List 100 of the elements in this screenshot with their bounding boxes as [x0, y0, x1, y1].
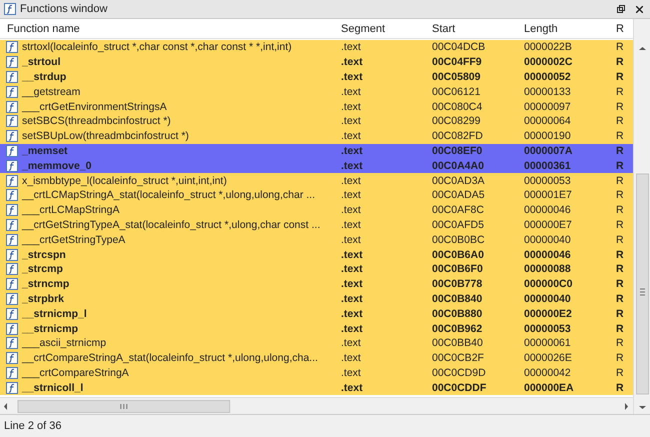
function-name: _memset	[22, 144, 68, 157]
length-cell: 00000052	[524, 70, 571, 83]
length-cell: 00000190	[524, 130, 571, 142]
column-header[interactable]: R	[609, 22, 634, 34]
function-row[interactable]: __strdup .text 00C05809 00000052 R	[0, 70, 633, 84]
function-name: x_ismbbtype_l(localeinfo_struct *,uint,int,int)	[22, 174, 227, 187]
length-cell: 000000C0	[524, 278, 572, 290]
function-row[interactable]: ___crtGetEnvironmentStringsA .text 00C080C4 00000097 R	[0, 99, 633, 114]
restore-button[interactable]	[614, 2, 628, 16]
flag-cell: R	[616, 174, 624, 187]
length-cell: 00000361	[524, 160, 571, 172]
length-cell: 00000097	[524, 100, 571, 113]
function-row[interactable]: ___ascii_strnicmp .text 00C0BB40 00000061 R	[0, 336, 633, 351]
start-cell: 00C080C4	[432, 100, 482, 113]
function-row[interactable]: _strcspn .text 00C0B6A0 00000046 R	[0, 247, 633, 262]
function-row[interactable]: __strnicoll_l .text 00C0CDDF 000000EA R	[0, 380, 633, 396]
function-row[interactable]: __strnicmp .text 00C0B962 00000053 R	[0, 321, 633, 336]
length-cell: 000000E2	[524, 308, 572, 320]
length-cell: 00000042	[524, 366, 571, 379]
function-row[interactable]: strtoxl(localeinfo_struct *,char const *,char const * *,int,int) .text 00C04DCB 0000022B R	[0, 40, 633, 55]
function-row[interactable]: __strnicmp_l .text 00C0B880 000000E2 R	[0, 306, 633, 322]
flag-cell: R	[616, 130, 624, 142]
function-name: setSBCS(threadmbcinfostruct *)	[22, 115, 171, 128]
function-name: ___crtLCMapStringA	[22, 204, 120, 216]
start-cell: 00C0AD3A	[432, 174, 485, 187]
start-cell: 00C0CDDF	[432, 382, 486, 394]
function-row[interactable]: setSBUpLow(threadmbcinfostruct *) .text 00C082FD 00000190 R	[0, 128, 633, 144]
function-name: ___crtGetStringTypeA	[22, 234, 126, 246]
segment-cell: .text	[341, 144, 363, 157]
start-cell: 00C0A4A0	[432, 160, 484, 172]
function-icon	[6, 218, 18, 231]
function-row[interactable]: _strpbrk .text 00C0B840 00000040 R	[0, 292, 633, 306]
function-row[interactable]: _strcmp .text 00C0B6F0 00000088 R	[0, 262, 633, 277]
function-icon	[6, 382, 18, 394]
flag-cell: R	[616, 292, 624, 305]
flag-cell: R	[616, 382, 624, 394]
length-cell: 00000040	[524, 292, 571, 305]
length-cell: 00000064	[524, 115, 571, 128]
segment-cell: .text	[341, 278, 363, 290]
function-row[interactable]: __getstream .text 00C06121 00000133 R	[0, 84, 633, 100]
column-header[interactable]: Segment	[334, 22, 425, 34]
segment-cell: .text	[341, 174, 361, 187]
flag-cell: R	[616, 86, 624, 98]
flag-cell: R	[616, 189, 624, 202]
function-row[interactable]: __crtGetStringTypeA_stat(localeinfo_struct *,ulong,char const ... .text 00C0AFD5 000000E7 R	[0, 218, 633, 232]
function-row[interactable]: setSBCS(threadmbcinfostruct *) .text 00C08299 00000064 R	[0, 114, 633, 129]
column-header[interactable]: Function name	[0, 22, 334, 34]
function-icon	[6, 144, 18, 157]
function-name: ___crtCompareStringA	[22, 366, 129, 379]
segment-cell: .text	[341, 218, 361, 231]
segment-cell: .text	[341, 115, 361, 128]
function-name: _strtoul	[22, 56, 61, 68]
function-row[interactable]: ___crtLCMapStringA .text 00C0AF8C 00000046 R	[0, 202, 633, 218]
function-icon	[6, 100, 18, 113]
function-row[interactable]: x_ismbbtype_l(localeinfo_struct *,uint,int,int) .text 00C0AD3A 00000053 R	[0, 173, 633, 188]
function-icon	[6, 56, 18, 68]
function-name: _strcspn	[22, 248, 66, 261]
function-name: setSBUpLow(threadmbcinfostruct *)	[22, 130, 189, 142]
segment-cell: .text	[341, 248, 363, 261]
segment-cell: .text	[341, 204, 361, 216]
function-name: _memmove_0	[22, 160, 92, 172]
function-row[interactable]: _strncmp .text 00C0B778 000000C0 R	[0, 276, 633, 292]
function-icon	[6, 234, 18, 246]
function-row[interactable]: ___crtGetStringTypeA .text 00C0B0BC 00000040 R	[0, 232, 633, 248]
function-row[interactable]: __crtCompareStringA_stat(localeinfo_struct *,ulong,ulong,cha... .text 00C0CB2F 0000026E R	[0, 350, 633, 366]
flag-cell: R	[616, 263, 624, 276]
function-row[interactable]: _memmove_0 .text 00C0A4A0 00000361 R	[0, 158, 633, 174]
segment-cell: .text	[341, 160, 363, 172]
length-cell: 0000007A	[524, 144, 572, 157]
function-row[interactable]: ___crtCompareStringA .text 00C0CD9D 00000042 R	[0, 366, 633, 380]
start-cell: 00C0AFD5	[432, 218, 484, 231]
function-icon	[6, 352, 18, 364]
function-row[interactable]: _memset .text 00C08EF0 0000007A R	[0, 144, 633, 158]
function-name: __getstream	[22, 86, 80, 98]
function-icon	[6, 70, 18, 83]
length-cell: 0000022B	[524, 41, 572, 54]
length-cell: 00000040	[524, 234, 571, 246]
column-header[interactable]: Start	[425, 22, 517, 34]
function-name: __crtCompareStringA_stat(localeinfo_struct *,ulong,ulong,cha...	[22, 352, 318, 364]
length-cell: 0000026E	[524, 352, 572, 364]
flag-cell: R	[616, 115, 624, 128]
function-name: __strnicmp	[22, 322, 78, 335]
status-text: Line 2 of 36	[4, 420, 62, 432]
column-header[interactable]: Length	[517, 22, 609, 34]
start-cell: 00C0B0BC	[432, 234, 485, 246]
function-name: _strcmp	[22, 263, 63, 276]
function-icon	[6, 322, 18, 335]
restore-icon	[617, 5, 625, 13]
function-row[interactable]: __crtLCMapStringA_stat(localeinfo_struct *,ulong,ulong,char ... .text 00C0ADA5 000001E7 R	[0, 188, 633, 203]
start-cell: 00C08299	[432, 115, 480, 128]
segment-cell: .text	[341, 41, 361, 54]
function-icon	[6, 308, 18, 320]
start-cell: 00C0CD9D	[432, 366, 486, 379]
function-row[interactable]: _strtoul .text 00C04FF9 0000002C R	[0, 54, 633, 70]
start-cell: 00C0B778	[432, 278, 482, 290]
function-icon	[6, 204, 18, 216]
segment-cell: .text	[341, 189, 361, 202]
segment-cell: .text	[341, 308, 363, 320]
segment-cell: .text	[341, 366, 361, 379]
start-cell: 00C04DCB	[432, 41, 486, 54]
